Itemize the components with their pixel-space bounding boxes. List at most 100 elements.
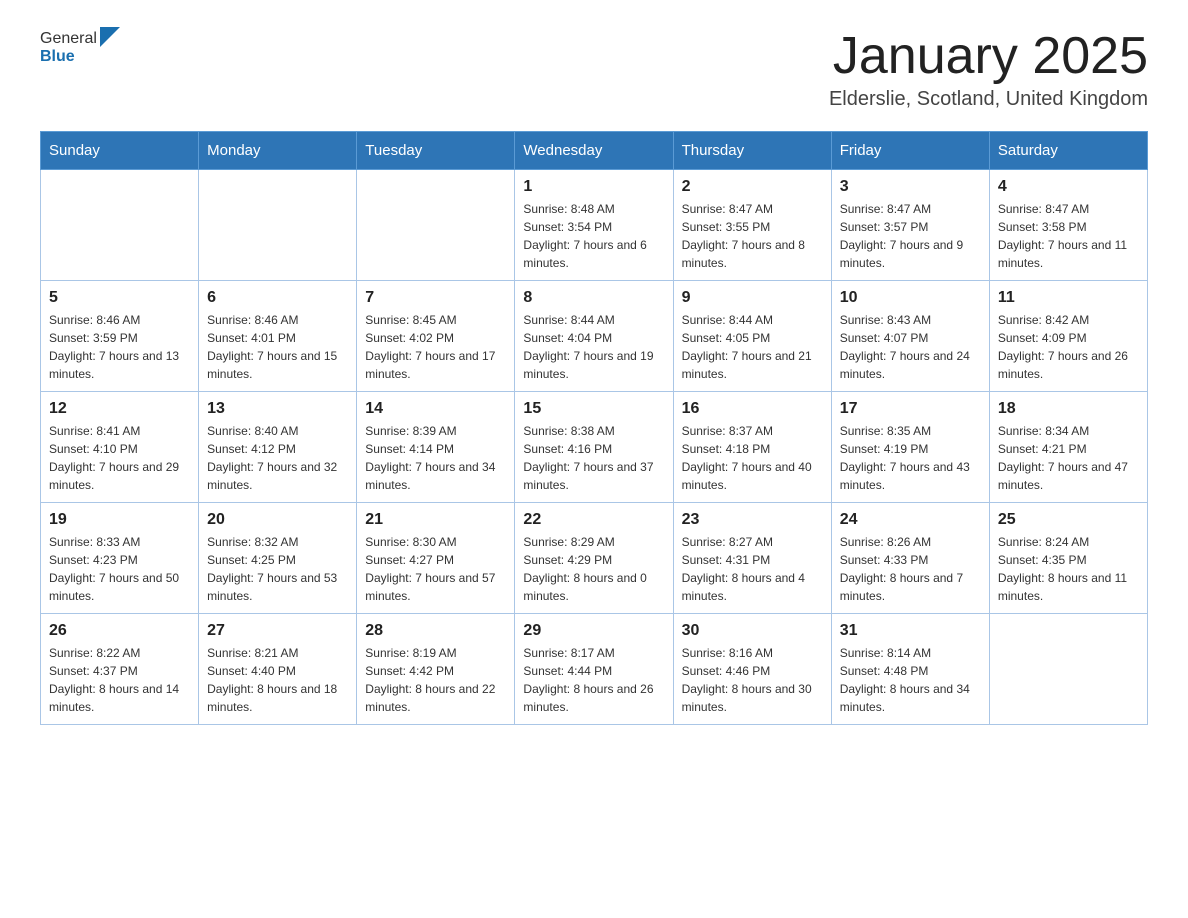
day-info: Sunrise: 8:21 AMSunset: 4:40 PMDaylight:… [207,644,348,716]
day-number: 9 [682,289,823,307]
calendar-cell: 1 Sunrise: 8:48 AMSunset: 3:54 PMDaylight… [515,170,673,281]
day-number: 14 [365,400,506,418]
day-number: 18 [998,400,1139,418]
day-info: Sunrise: 8:38 AMSunset: 4:16 PMDaylight:… [523,422,664,494]
calendar-cell: 14 Sunrise: 8:39 AMSunset: 4:14 PMDayligh… [357,392,515,503]
calendar-cell: 31Sunrise: 8:14 AMSunset: 4:48 PMDayligh… [831,614,989,725]
day-info: Sunrise: 8:22 AMSunset: 4:37 PMDaylight:… [49,644,190,716]
day-info: Sunrise: 8:48 AMSunset: 3:54 PMDaylight:… [523,200,664,272]
calendar-cell: 20 Sunrise: 8:32 AMSunset: 4:25 PMDayligh… [199,503,357,614]
day-number: 21 [365,511,506,529]
calendar-cell [41,170,199,281]
calendar-cell: 10Sunrise: 8:43 AMSunset: 4:07 PMDayligh… [831,281,989,392]
col-header-monday: Monday [199,132,357,170]
day-number: 5 [49,289,190,307]
calendar-cell: 2 Sunrise: 8:47 AMSunset: 3:55 PMDaylight… [673,170,831,281]
title-block: January 2025 Elderslie, Scotland, United… [829,30,1148,111]
day-info: Sunrise: 8:47 AMSunset: 3:57 PMDaylight:… [840,200,981,272]
col-header-thursday: Thursday [673,132,831,170]
calendar-cell: 9Sunrise: 8:44 AMSunset: 4:05 PMDaylight… [673,281,831,392]
day-info: Sunrise: 8:42 AMSunset: 4:09 PMDaylight:… [998,311,1139,383]
day-number: 13 [207,400,348,418]
day-info: Sunrise: 8:32 AMSunset: 4:25 PMDaylight:… [207,533,348,605]
day-number: 3 [840,178,981,196]
col-header-sunday: Sunday [41,132,199,170]
day-number: 30 [682,622,823,640]
day-info: Sunrise: 8:44 AMSunset: 4:04 PMDaylight:… [523,311,664,383]
calendar-week-1: 1 Sunrise: 8:48 AMSunset: 3:54 PMDaylight… [41,170,1148,281]
day-number: 1 [523,178,664,196]
day-info: Sunrise: 8:27 AMSunset: 4:31 PMDaylight:… [682,533,823,605]
calendar-table: SundayMondayTuesdayWednesdayThursdayFrid… [40,131,1148,725]
page-header: General Blue January 2025 Elderslie, Sco… [40,30,1148,111]
calendar-cell: 29 Sunrise: 8:17 AMSunset: 4:44 PMDayligh… [515,614,673,725]
calendar-cell: 28Sunrise: 8:19 AMSunset: 4:42 PMDayligh… [357,614,515,725]
day-info: Sunrise: 8:35 AMSunset: 4:19 PMDaylight:… [840,422,981,494]
logo-general-text: General [40,30,97,48]
day-number: 17 [840,400,981,418]
calendar-cell: 17 Sunrise: 8:35 AMSunset: 4:19 PMDayligh… [831,392,989,503]
day-info: Sunrise: 8:39 AMSunset: 4:14 PMDaylight:… [365,422,506,494]
day-number: 6 [207,289,348,307]
logo: General Blue [40,30,120,66]
calendar-cell: 15 Sunrise: 8:38 AMSunset: 4:16 PMDayligh… [515,392,673,503]
calendar-cell: 25Sunrise: 8:24 AMSunset: 4:35 PMDayligh… [989,503,1147,614]
day-number: 27 [207,622,348,640]
day-number: 16 [682,400,823,418]
col-header-friday: Friday [831,132,989,170]
calendar-week-4: 19 Sunrise: 8:33 AMSunset: 4:23 PMDayligh… [41,503,1148,614]
calendar-cell: 21 Sunrise: 8:30 AMSunset: 4:27 PMDayligh… [357,503,515,614]
day-info: Sunrise: 8:37 AMSunset: 4:18 PMDaylight:… [682,422,823,494]
calendar-cell: 19 Sunrise: 8:33 AMSunset: 4:23 PMDayligh… [41,503,199,614]
calendar-week-2: 5Sunrise: 8:46 AMSunset: 3:59 PMDaylight… [41,281,1148,392]
calendar-week-5: 26 Sunrise: 8:22 AMSunset: 4:37 PMDayligh… [41,614,1148,725]
logo-blue-text: Blue [40,48,120,66]
calendar-cell: 24 Sunrise: 8:26 AMSunset: 4:33 PMDayligh… [831,503,989,614]
calendar-cell: 22Sunrise: 8:29 AMSunset: 4:29 PMDayligh… [515,503,673,614]
day-info: Sunrise: 8:46 AMSunset: 4:01 PMDaylight:… [207,311,348,383]
day-number: 12 [49,400,190,418]
day-number: 28 [365,622,506,640]
calendar-cell: 26 Sunrise: 8:22 AMSunset: 4:37 PMDayligh… [41,614,199,725]
calendar-cell: 3 Sunrise: 8:47 AMSunset: 3:57 PMDaylight… [831,170,989,281]
day-info: Sunrise: 8:33 AMSunset: 4:23 PMDaylight:… [49,533,190,605]
day-number: 19 [49,511,190,529]
day-info: Sunrise: 8:34 AMSunset: 4:21 PMDaylight:… [998,422,1139,494]
day-number: 11 [998,289,1139,307]
day-number: 7 [365,289,506,307]
calendar-cell [989,614,1147,725]
day-info: Sunrise: 8:47 AMSunset: 3:55 PMDaylight:… [682,200,823,272]
day-number: 31 [840,622,981,640]
day-info: Sunrise: 8:26 AMSunset: 4:33 PMDaylight:… [840,533,981,605]
day-info: Sunrise: 8:30 AMSunset: 4:27 PMDaylight:… [365,533,506,605]
day-number: 15 [523,400,664,418]
calendar-cell [199,170,357,281]
day-number: 24 [840,511,981,529]
day-number: 2 [682,178,823,196]
col-header-tuesday: Tuesday [357,132,515,170]
calendar-cell: 27 Sunrise: 8:21 AMSunset: 4:40 PMDayligh… [199,614,357,725]
day-info: Sunrise: 8:43 AMSunset: 4:07 PMDaylight:… [840,311,981,383]
calendar-cell: 11 Sunrise: 8:42 AMSunset: 4:09 PMDayligh… [989,281,1147,392]
day-number: 29 [523,622,664,640]
day-number: 23 [682,511,823,529]
month-title: January 2025 [829,30,1148,82]
calendar-header-row: SundayMondayTuesdayWednesdayThursdayFrid… [41,132,1148,170]
day-number: 20 [207,511,348,529]
calendar-cell: 16 Sunrise: 8:37 AMSunset: 4:18 PMDayligh… [673,392,831,503]
day-info: Sunrise: 8:17 AMSunset: 4:44 PMDaylight:… [523,644,664,716]
calendar-cell: 7 Sunrise: 8:45 AMSunset: 4:02 PMDaylight… [357,281,515,392]
day-number: 4 [998,178,1139,196]
calendar-cell: 6 Sunrise: 8:46 AMSunset: 4:01 PMDaylight… [199,281,357,392]
col-header-saturday: Saturday [989,132,1147,170]
day-number: 8 [523,289,664,307]
calendar-cell [357,170,515,281]
calendar-cell: 23 Sunrise: 8:27 AMSunset: 4:31 PMDayligh… [673,503,831,614]
day-number: 22 [523,511,664,529]
day-info: Sunrise: 8:45 AMSunset: 4:02 PMDaylight:… [365,311,506,383]
day-number: 26 [49,622,190,640]
day-info: Sunrise: 8:16 AMSunset: 4:46 PMDaylight:… [682,644,823,716]
calendar-week-3: 12Sunrise: 8:41 AMSunset: 4:10 PMDayligh… [41,392,1148,503]
col-header-wednesday: Wednesday [515,132,673,170]
calendar-cell: 30 Sunrise: 8:16 AMSunset: 4:46 PMDayligh… [673,614,831,725]
